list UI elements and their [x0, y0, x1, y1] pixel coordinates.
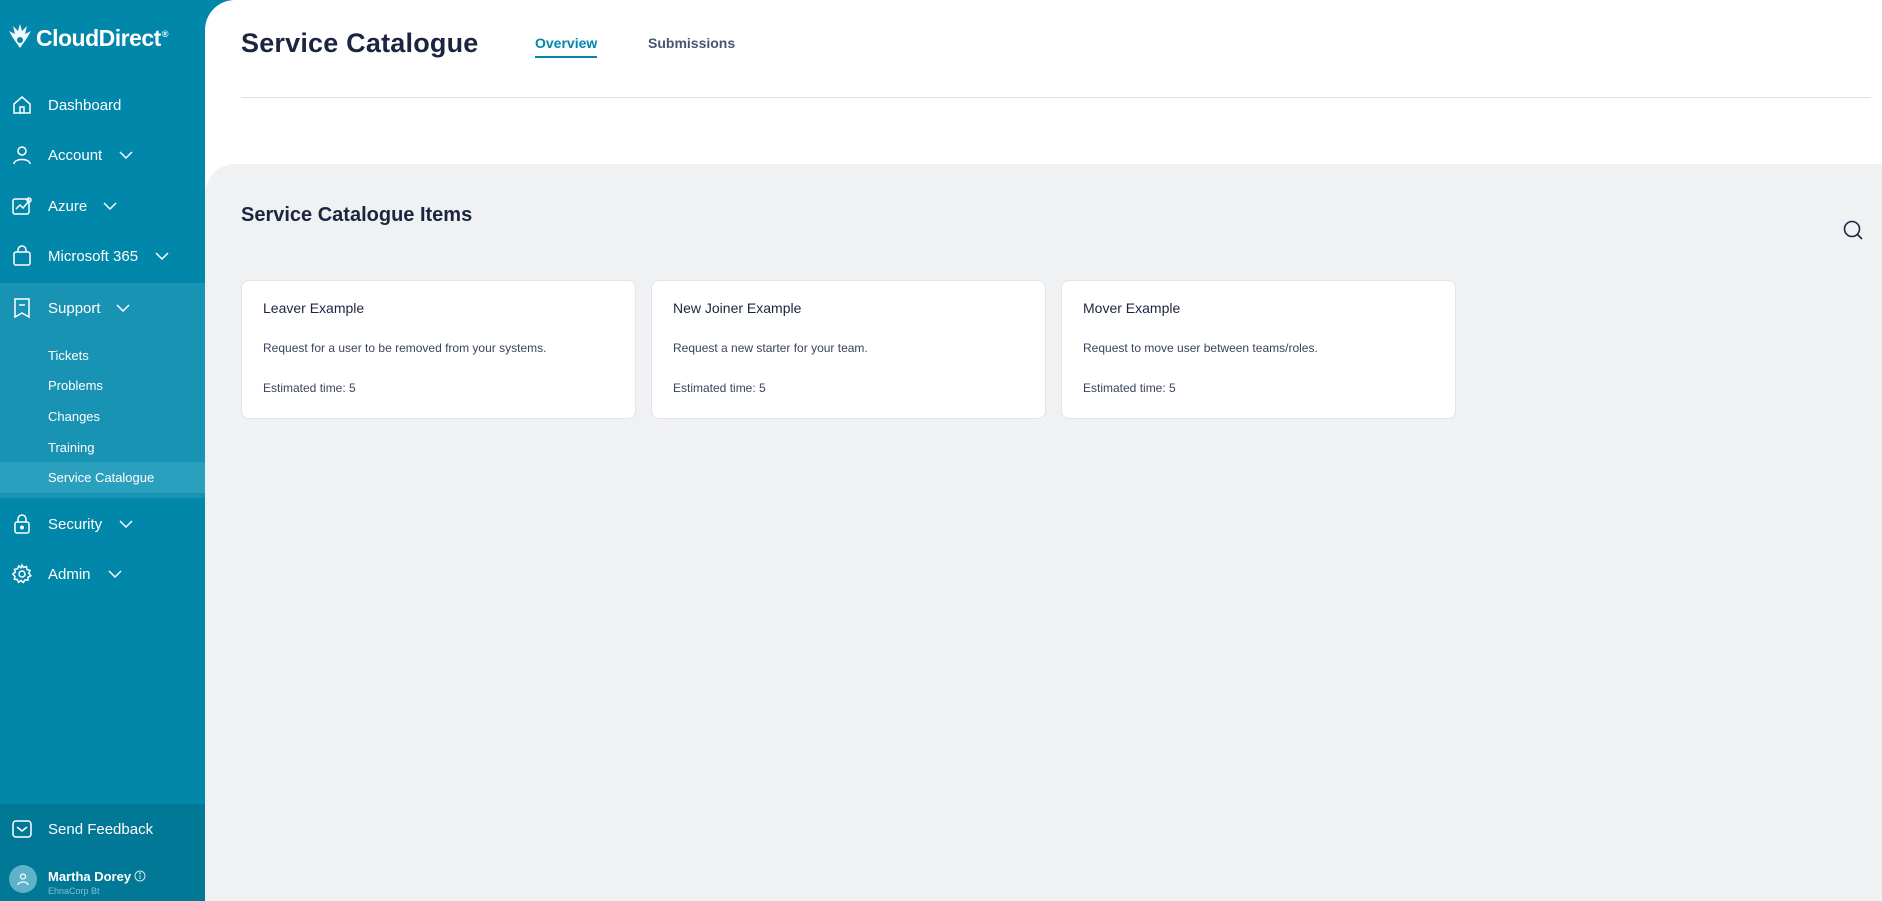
sidebar-item-label: Dashboard [48, 96, 122, 114]
user-icon [11, 144, 33, 166]
sidebar-subitem-tickets[interactable]: Tickets [0, 340, 205, 371]
page-title: Service Catalogue [241, 28, 479, 58]
user-name: Martha Dorey [48, 869, 132, 884]
sidebar-item-account[interactable]: Account [0, 130, 205, 180]
user-profile[interactable]: Martha Dorey EhnaCorp Bt [0, 857, 205, 901]
card-title: Mover Example [1083, 300, 1181, 316]
sidebar-subitem-label: Service Catalogue [48, 470, 155, 485]
sidebar-subitem-label: Tickets [48, 348, 89, 363]
section-title: Service Catalogue Items [241, 204, 473, 226]
sidebar-item-admin[interactable]: Admin [0, 549, 205, 599]
chevron-down-icon[interactable] [108, 567, 122, 581]
bag-icon [11, 245, 33, 267]
sidebar-subitem-training[interactable]: Training [0, 432, 205, 463]
card-title: Leaver Example [263, 300, 365, 316]
info-icon[interactable] [134, 869, 146, 882]
chevron-down-icon[interactable] [119, 517, 133, 531]
sidebar-item-label: Microsoft 365 [48, 247, 139, 265]
card-description: Request to move user between teams/roles… [1083, 341, 1318, 355]
tab-overview[interactable]: Overview [535, 35, 598, 58]
brand-logo[interactable]: CloudDirect® [8, 22, 168, 54]
sidebar-item-support[interactable]: Support [0, 283, 205, 333]
home-icon [11, 94, 33, 116]
main-content: Service Catalogue Overview Submissions S… [205, 0, 1882, 901]
sidebar-subitem-label: Training [48, 440, 95, 455]
catalogue-panel: Service Catalogue Items Leaver Example R… [205, 164, 1882, 901]
catalogue-card-leaver[interactable]: Leaver Example Request for a user to be … [241, 280, 636, 419]
catalogue-card-new-joiner[interactable]: New Joiner Example Request a new starter… [651, 280, 1046, 419]
search-icon[interactable] [1841, 218, 1865, 242]
sidebar-subitem-service-catalogue[interactable]: Service Catalogue [0, 462, 205, 493]
chevron-down-icon[interactable] [119, 148, 133, 162]
analytics-icon [11, 195, 33, 217]
sidebar-item-dashboard[interactable]: Dashboard [0, 80, 205, 130]
lock-icon [11, 513, 33, 535]
sidebar-item-label: Support [48, 299, 101, 317]
bookmark-icon [11, 297, 33, 319]
catalogue-card-mover[interactable]: Mover Example Request to move user betwe… [1061, 280, 1456, 419]
header-divider [241, 97, 1871, 98]
card-estimated-time: Estimated time: 5 [1083, 381, 1176, 395]
sidebar-subitem-problems[interactable]: Problems [0, 370, 205, 401]
send-feedback-label: Send Feedback [48, 820, 154, 838]
chevron-down-icon[interactable] [116, 301, 130, 315]
sidebar-item-azure[interactable]: Azure [0, 181, 205, 231]
card-title: New Joiner Example [673, 300, 802, 316]
card-estimated-time: Estimated time: 5 [263, 381, 356, 395]
tab-submissions[interactable]: Submissions [648, 35, 735, 56]
sidebar-item-label: Security [48, 515, 103, 533]
sidebar-subitem-label: Problems [48, 378, 103, 393]
chevron-down-icon[interactable] [103, 199, 117, 213]
card-estimated-time: Estimated time: 5 [673, 381, 766, 395]
support-section: Support Tickets Problems Changes Trainin… [0, 283, 205, 498]
brand-name: CloudDirect® [36, 24, 168, 51]
avatar [9, 865, 37, 893]
mail-icon [11, 818, 33, 840]
chevron-down-icon[interactable] [155, 249, 169, 263]
send-feedback-button[interactable]: Send Feedback [0, 804, 205, 854]
sidebar-subitem-label: Changes [48, 409, 101, 424]
gear-icon [11, 563, 33, 585]
sidebar: CloudDirect® Dashboard Account Azure Mic… [0, 0, 205, 901]
user-organization: EhnaCorp Bt [48, 886, 100, 896]
sidebar-footer: Send Feedback Martha Dorey EhnaCorp Bt [0, 804, 205, 901]
flame-logo-icon [8, 22, 32, 55]
app-window: CloudDirect® Dashboard Account Azure Mic… [0, 0, 1882, 901]
sidebar-item-label: Admin [48, 565, 91, 583]
sidebar-item-microsoft-365[interactable]: Microsoft 365 [0, 231, 205, 281]
sidebar-item-label: Account [48, 146, 103, 164]
sidebar-subitem-changes[interactable]: Changes [0, 401, 205, 432]
sidebar-item-label: Azure [48, 197, 88, 215]
card-description: Request a new starter for your team. [673, 341, 868, 355]
card-description: Request for a user to be removed from yo… [263, 341, 547, 355]
sidebar-item-security[interactable]: Security [0, 499, 205, 549]
